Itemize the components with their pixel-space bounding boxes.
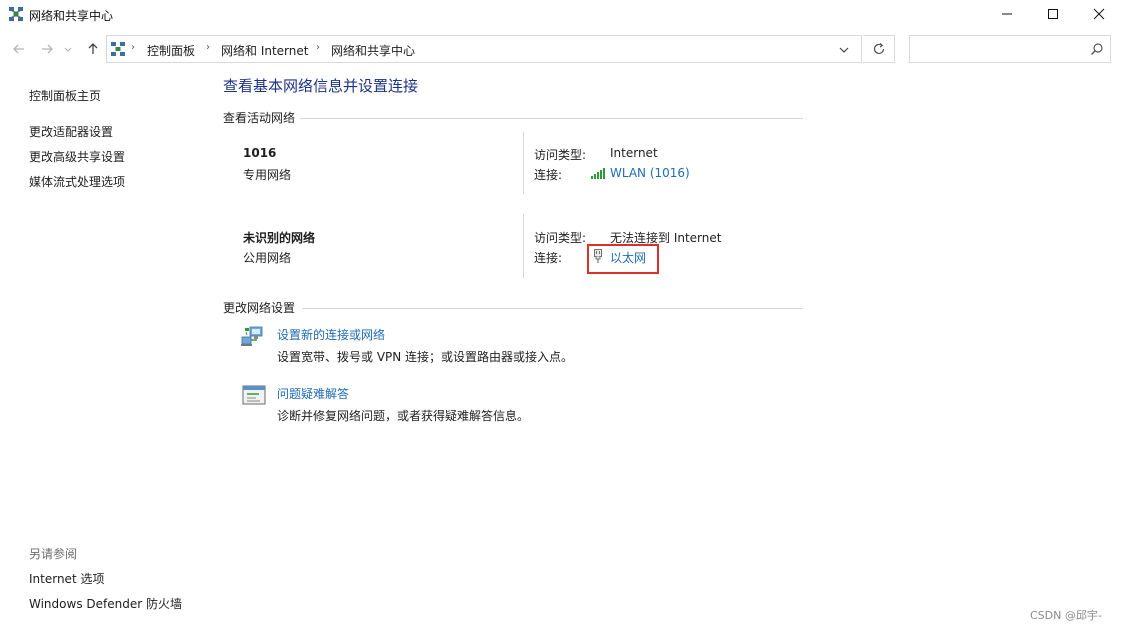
network-category: 专用网络 <box>243 168 292 182</box>
window-title: 网络和共享中心 <box>29 9 114 23</box>
address-bar[interactable]: › 控制面板 › 网络和 Internet › 网络和共享中心 <box>106 35 862 63</box>
search-input[interactable] <box>916 40 1081 58</box>
breadcrumb-control-panel[interactable]: 控制面板 <box>147 42 195 59</box>
troubleshoot-icon <box>241 384 267 408</box>
navigation-bar: › 控制面板 › 网络和 Internet › 网络和共享中心 <box>0 32 1122 66</box>
access-type-label: 访问类型: <box>534 231 587 245</box>
chevron-down-icon <box>64 47 72 52</box>
recent-locations-button[interactable] <box>62 40 74 58</box>
breadcrumb-network-internet[interactable]: 网络和 Internet <box>221 42 308 59</box>
sidebar-link-control-panel-home[interactable]: 控制面板主页 <box>29 87 101 104</box>
change-settings-title: 更改网络设置 <box>223 301 296 315</box>
sidebar-link-media-streaming[interactable]: 媒体流式处理选项 <box>29 173 125 190</box>
sidebar-link-internet-options[interactable]: Internet 选项 <box>29 570 104 587</box>
network-icon <box>111 42 125 56</box>
sidebar-link-advanced-sharing[interactable]: 更改高级共享设置 <box>29 148 125 165</box>
network-category: 公用网络 <box>243 251 292 265</box>
highlight-annotation-box <box>587 244 659 274</box>
maximize-button[interactable] <box>1030 0 1076 28</box>
divider <box>300 118 803 119</box>
arrow-right-icon <box>42 44 53 54</box>
search-box[interactable] <box>909 35 1111 63</box>
chevron-right-icon[interactable]: › <box>131 42 135 53</box>
connection-label: 连接: <box>534 168 563 182</box>
back-button[interactable] <box>10 40 28 58</box>
network-icon <box>9 7 23 21</box>
page-title: 查看基本网络信息并设置连接 <box>223 77 419 95</box>
search-icon[interactable] <box>1090 42 1104 56</box>
close-button[interactable] <box>1076 0 1122 28</box>
task-description: 诊断并修复网络问题，或者获得疑难解答信息。 <box>277 409 530 423</box>
active-networks-title: 查看活动网络 <box>223 111 296 125</box>
chevron-right-icon[interactable]: › <box>316 42 320 53</box>
chevron-right-icon[interactable]: › <box>206 42 210 53</box>
chevron-down-icon <box>839 47 849 53</box>
refresh-button[interactable] <box>863 35 895 63</box>
sidebar-link-adapter-settings[interactable]: 更改适配器设置 <box>29 123 113 140</box>
arrow-up-icon <box>88 43 98 54</box>
access-type-label: 访问类型: <box>534 148 587 162</box>
breadcrumb-network-sharing-center[interactable]: 网络和共享中心 <box>331 42 415 59</box>
wifi-signal-icon <box>591 167 607 179</box>
minimize-icon <box>1002 13 1012 15</box>
maximize-icon <box>1048 9 1058 19</box>
troubleshoot-link[interactable]: 问题疑难解答 <box>277 385 349 402</box>
title-bar: 网络和共享中心 <box>0 0 1122 30</box>
divider <box>523 214 524 278</box>
see-also-title: 另请参阅 <box>29 547 78 561</box>
setup-new-connection-link[interactable]: 设置新的连接或网络 <box>277 326 385 343</box>
forward-button[interactable] <box>38 40 56 58</box>
arrow-left-icon <box>13 44 24 54</box>
close-icon <box>1093 8 1105 20</box>
new-connection-icon <box>241 324 267 348</box>
sidebar-link-defender-firewall[interactable]: Windows Defender 防火墙 <box>29 595 182 612</box>
divider <box>302 308 803 309</box>
task-description: 设置宽带、拨号或 VPN 连接；或设置路由器或接入点。 <box>277 350 574 364</box>
connection-label: 连接: <box>534 251 563 265</box>
network-name: 1016 <box>243 146 277 160</box>
divider <box>523 132 524 194</box>
address-dropdown-button[interactable] <box>837 43 851 57</box>
wlan-connection-link[interactable]: WLAN (1016) <box>610 166 690 180</box>
up-button[interactable] <box>84 40 102 58</box>
refresh-icon <box>873 43 884 55</box>
access-type-value: Internet <box>610 146 658 160</box>
network-name: 未识别的网络 <box>243 231 316 245</box>
watermark: CSDN @邱宇- <box>1030 609 1102 622</box>
minimize-button[interactable] <box>984 0 1030 28</box>
